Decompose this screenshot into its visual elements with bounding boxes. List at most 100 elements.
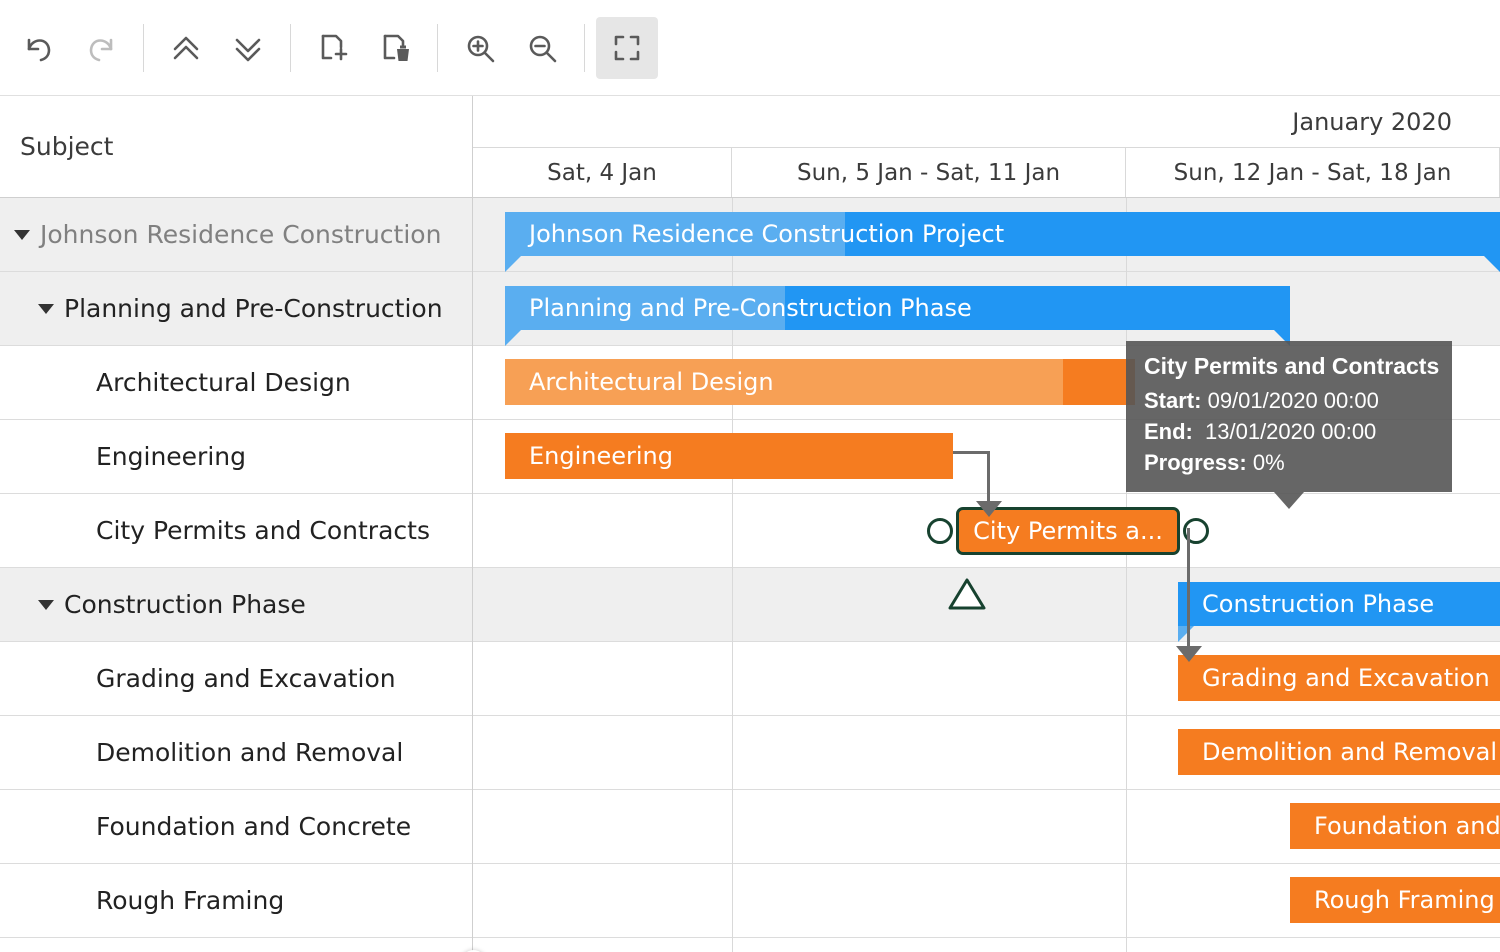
link-arrowhead xyxy=(1176,646,1202,662)
bar-grading-and-excavation[interactable]: Grading and Excavation xyxy=(1178,655,1500,701)
timeline-week-label: Sun, 12 Jan - Sat, 18 Jan xyxy=(1174,160,1452,186)
gantt-chart-app: Subject January 2020 Sat, 4 Jan Sun, 5 Ja… xyxy=(0,0,1500,952)
tooltip-progress-label: Progress: xyxy=(1144,450,1247,475)
zoom-out-icon xyxy=(522,28,562,68)
task-name-label: Construction Phase xyxy=(64,590,306,619)
tooltip-progress-row: Progress: 0% xyxy=(1144,450,1434,476)
timeline-month-header: January 2020 xyxy=(473,96,1500,148)
task-name-label: Rough Framing xyxy=(96,886,284,915)
task-name-label: City Permits and Contracts xyxy=(96,516,430,545)
summary-bar-tail-left xyxy=(505,330,521,346)
delete-task-button[interactable] xyxy=(364,17,426,79)
summary-bar-tail-left xyxy=(505,256,521,272)
task-list-row[interactable]: Foundation and Concrete xyxy=(0,790,472,864)
bar-progress-fill xyxy=(505,212,845,256)
expand-collapse-caret-icon[interactable] xyxy=(38,304,54,314)
outdent-button[interactable] xyxy=(155,17,217,79)
summary-bar-tail-left xyxy=(1178,626,1194,642)
bar-connector-handle-left[interactable] xyxy=(927,518,953,544)
bar-planning-and-pre-construction-phase[interactable]: Planning and Pre-Construction Phase xyxy=(505,286,1290,330)
task-list-row[interactable]: Engineering xyxy=(0,420,472,494)
bar-progress-fill xyxy=(505,286,785,330)
task-name-label: Grading and Excavation xyxy=(96,664,396,693)
zoom-in-button[interactable] xyxy=(449,17,511,79)
link-segment xyxy=(953,451,990,454)
task-list-row[interactable]: Construction Phase xyxy=(0,568,472,642)
indent-button[interactable] xyxy=(217,17,279,79)
undo-icon xyxy=(19,28,59,68)
grid-header: Subject January 2020 Sat, 4 Jan Sun, 5 Ja… xyxy=(0,96,1500,198)
zoom-out-button[interactable] xyxy=(511,17,573,79)
task-list-row[interactable]: Grading and Excavation xyxy=(0,642,472,716)
task-list-row[interactable]: Planning and Pre-Construction xyxy=(0,272,472,346)
timeline-week-headers: Sat, 4 Jan Sun, 5 Jan - Sat, 11 Jan Sun, 1… xyxy=(473,148,1500,198)
toolbar-separator xyxy=(290,24,291,72)
task-name-label: Demolition and Removal xyxy=(96,738,403,767)
toolbar xyxy=(0,0,1500,96)
bar-architectural-design[interactable]: Architectural Design xyxy=(505,359,1135,405)
fullscreen-icon xyxy=(607,28,647,68)
bar-johnson-residence-construction-project[interactable]: Johnson Residence Construction Project xyxy=(505,212,1500,256)
gantt-chart-area[interactable]: Johnson Residence Construction Project Pl… xyxy=(473,198,1500,952)
bar-fill xyxy=(1178,582,1500,626)
expand-collapse-caret-icon[interactable] xyxy=(14,230,30,240)
bar-label: Demolition and Removal xyxy=(1178,738,1497,766)
toolbar-separator xyxy=(584,24,585,72)
task-name-label: Planning and Pre-Construction xyxy=(64,294,443,323)
task-name-label: Engineering xyxy=(96,442,246,471)
bar-demolition-and-removal[interactable]: Demolition and Removal xyxy=(1178,729,1500,775)
timeline-week-header[interactable]: Sat, 4 Jan xyxy=(473,148,732,197)
toolbar-separator xyxy=(143,24,144,72)
tooltip-end-label: End: xyxy=(1144,419,1193,444)
link-segment xyxy=(1187,528,1190,650)
task-list-row[interactable]: City Permits and Contracts xyxy=(0,494,472,568)
summary-bar-tail-right xyxy=(1484,256,1500,272)
tooltip-start-row: Start: 09/01/2020 00:00 xyxy=(1144,388,1434,414)
file-plus-icon xyxy=(313,28,353,68)
task-tooltip: City Permits and Contracts Start: 09/01/… xyxy=(1126,341,1452,492)
fullscreen-button[interactable] xyxy=(596,17,658,79)
link-segment xyxy=(987,451,990,503)
task-name-label: Johnson Residence Construction xyxy=(40,220,441,249)
link-arrowhead xyxy=(976,501,1002,517)
task-list-row[interactable]: Demolition and Removal xyxy=(0,716,472,790)
tooltip-end-row: End: 13/01/2020 00:00 xyxy=(1144,419,1434,445)
bar-foundation-and-concrete[interactable]: Foundation and xyxy=(1290,803,1500,849)
tooltip-progress-value: 0% xyxy=(1253,450,1285,475)
redo-icon xyxy=(81,28,121,68)
task-list-row[interactable]: Rough Framing xyxy=(0,864,472,938)
tooltip-end-value: 13/01/2020 00:00 xyxy=(1205,419,1376,444)
timeline-header: January 2020 Sat, 4 Jan Sun, 5 Jan - Sat,… xyxy=(473,96,1500,198)
task-name-label: Foundation and Concrete xyxy=(96,812,411,841)
task-name-label: Architectural Design xyxy=(96,368,351,397)
tooltip-start-value: 09/01/2020 00:00 xyxy=(1208,388,1379,413)
task-list-row[interactable]: Johnson Residence Construction xyxy=(0,198,472,272)
bar-label: Engineering xyxy=(505,442,673,470)
zoom-in-icon xyxy=(460,28,500,68)
timeline-week-header[interactable]: Sun, 5 Jan - Sat, 11 Jan xyxy=(732,148,1126,197)
bar-label: Grading and Excavation xyxy=(1178,664,1490,692)
subject-header-label: Subject xyxy=(0,132,113,161)
timeline-week-header[interactable]: Sun, 12 Jan - Sat, 18 Jan xyxy=(1126,148,1500,197)
expand-collapse-caret-icon[interactable] xyxy=(38,600,54,610)
timeline-week-label: Sun, 5 Jan - Sat, 11 Jan xyxy=(797,160,1060,186)
tooltip-pointer xyxy=(1274,492,1304,509)
bar-rough-framing[interactable]: Rough Framing xyxy=(1290,877,1500,923)
bar-engineering[interactable]: Engineering xyxy=(505,433,953,479)
add-task-button[interactable] xyxy=(302,17,364,79)
redo-button[interactable] xyxy=(70,17,132,79)
task-list-row[interactable]: Architectural Design xyxy=(0,346,472,420)
grid-body: Johnson Residence Construction Planning a… xyxy=(0,198,1500,952)
chevrons-up-icon xyxy=(166,28,206,68)
bar-construction-phase[interactable]: Construction Phase xyxy=(1178,582,1500,626)
undo-button[interactable] xyxy=(8,17,70,79)
bar-label: Rough Framing xyxy=(1290,886,1495,914)
timeline-month-label: January 2020 xyxy=(1292,108,1500,136)
tooltip-title: City Permits and Contracts xyxy=(1144,353,1434,380)
bar-label: City Permits a... xyxy=(973,517,1163,545)
subject-column-header[interactable]: Subject xyxy=(0,96,473,198)
chevrons-down-icon xyxy=(228,28,268,68)
timeline-week-label: Sat, 4 Jan xyxy=(547,160,657,186)
bar-progress-fill xyxy=(505,359,1063,405)
toolbar-separator xyxy=(437,24,438,72)
